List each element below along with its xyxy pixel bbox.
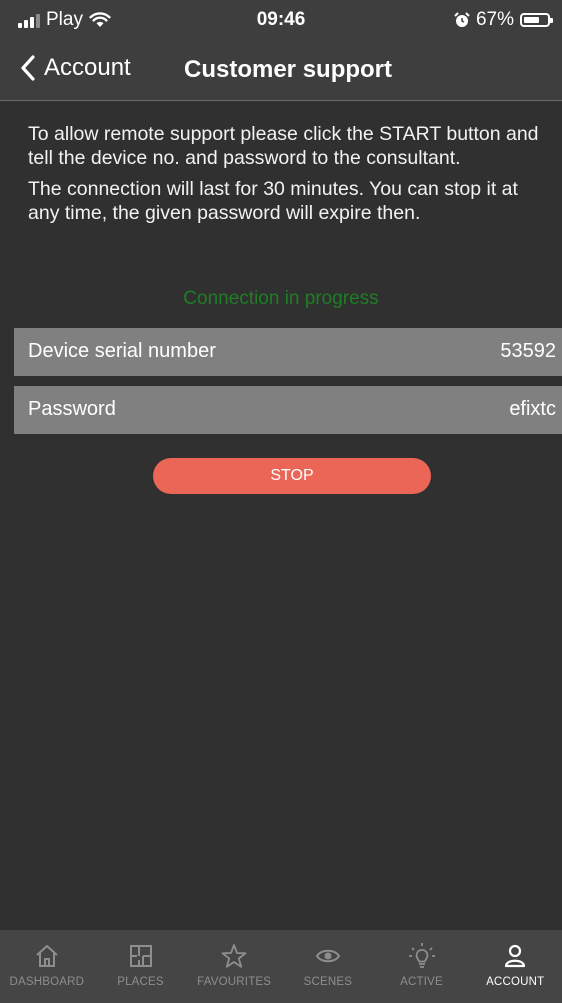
tab-label: ACCOUNT [486,976,545,988]
battery-icon [520,13,553,27]
password-label: Password [28,398,116,420]
home-icon [36,945,58,967]
serial-number-value: 53592 [500,340,556,362]
info-text: To allow remote support please click the… [28,122,548,232]
floorplan-icon [129,945,152,967]
bulb-icon [408,943,435,968]
alarm-icon [454,12,470,27]
serial-number-label: Device serial number [28,340,216,362]
tab-label: ACTIVE [400,976,443,988]
tab-label: DASHBOARD [9,976,85,988]
nav-bar: Account Customer support [0,40,562,101]
tab-active[interactable]: ACTIVE [375,930,469,1003]
back-button[interactable]: Account [20,54,131,82]
status-bar: Play 09:46 67% [0,0,562,40]
tab-label: SCENES [303,976,353,988]
tab-bar: DASHBOARD PLACES FAVOURITES SCENES ACTIV… [0,930,562,1003]
status-right: 67% [454,9,553,31]
tab-scenes[interactable]: SCENES [281,930,375,1003]
back-label: Account [44,54,131,81]
star-icon [221,944,247,968]
chevron-left-icon [21,55,35,81]
info-paragraph-duration: The connection will last for 30 minutes.… [28,178,518,224]
tab-label: PLACES [117,976,164,988]
tab-favourites[interactable]: FAVOURITES [187,930,281,1003]
tab-account[interactable]: ACCOUNT [468,930,562,1003]
eye-icon [315,949,340,963]
stop-button[interactable]: STOP [153,458,431,494]
person-icon [505,944,526,968]
battery-percent: 67% [475,9,514,30]
tab-places[interactable]: PLACES [94,930,188,1003]
password-value: efixtc [509,398,556,420]
password-row: Password efixtc [14,386,562,434]
connection-status: Connection in progress [183,288,379,309]
info-paragraph-start: To allow remote support please click the… [28,123,539,169]
tab-dashboard[interactable]: DASHBOARD [0,930,94,1003]
tab-label: FAVOURITES [197,976,272,988]
page-title: Customer support [184,56,393,83]
serial-number-row: Device serial number 53592 [14,328,562,376]
